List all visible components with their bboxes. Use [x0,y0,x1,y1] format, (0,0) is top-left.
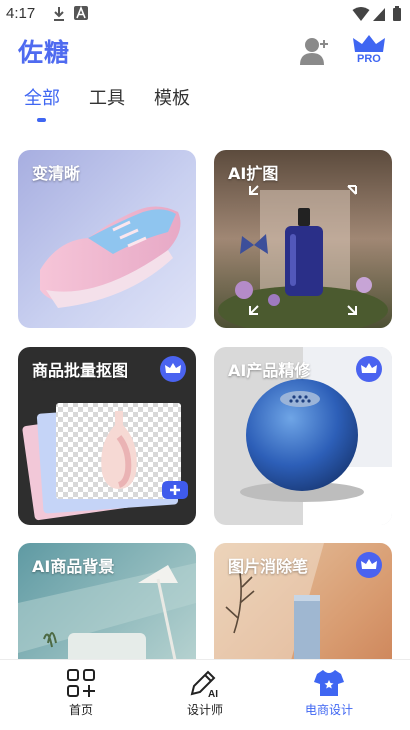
vip-crown-badge [356,356,382,382]
wifi-icon [352,7,370,21]
shirt-icon [314,670,344,696]
card-batch-cutout[interactable]: 商品批量抠图 [18,347,196,525]
nav-label: 电商设计 [304,703,353,717]
vip-crown-badge [160,356,186,382]
crown-icon [361,559,377,569]
nav-label: 设计师 [186,703,223,717]
card-enhance-clarity[interactable]: 变清晰 [18,150,196,328]
card-label: 图片消除笔 [228,557,309,576]
tab-all[interactable]: 全部 [24,84,60,110]
crown-icon [165,363,181,373]
nav-ecommerce-design[interactable]: 电商设计 [279,668,379,728]
download-icon [54,7,64,21]
tab-indicator [37,118,46,122]
signal-icon [373,8,385,21]
status-time: 4:17 [6,5,36,22]
tab-templates[interactable]: 模板 [154,84,190,110]
status-bar: 4:17 [0,0,410,28]
card-label: 变清晰 [32,164,81,183]
tab-tools[interactable]: 工具 [89,84,125,110]
pro-label: PRO [357,53,381,65]
pro-button[interactable]: PRO [352,34,386,68]
nav-designer[interactable]: AI 设计师 [155,668,255,728]
card-label: AI产品精修 [228,361,311,380]
card-label: AI商品背景 [32,557,115,576]
category-tabs: 全部 工具 模板 [0,84,410,124]
nav-label: 首页 [68,703,93,717]
grid-icon [67,669,95,697]
card-label: 商品批量抠图 [32,361,129,380]
app-title: 佐糖 [18,38,71,67]
add-user-icon[interactable] [299,36,331,66]
svg-text:AI: AI [208,689,218,698]
notification-a-icon [74,6,88,20]
crown-icon [361,363,377,373]
nav-home[interactable]: 首页 [31,668,131,728]
card-ai-product-retouch[interactable]: AI产品精修 [214,347,392,525]
ai-pen-icon: AI [190,670,218,698]
bottom-nav: 首页 AI 设计师 电商设计 [0,659,410,730]
card-ai-expand[interactable]: AI扩图 [214,150,392,328]
card-label: AI扩图 [228,164,279,183]
crown-icon [353,35,385,52]
battery-icon [393,6,401,21]
vip-crown-badge [356,552,382,578]
